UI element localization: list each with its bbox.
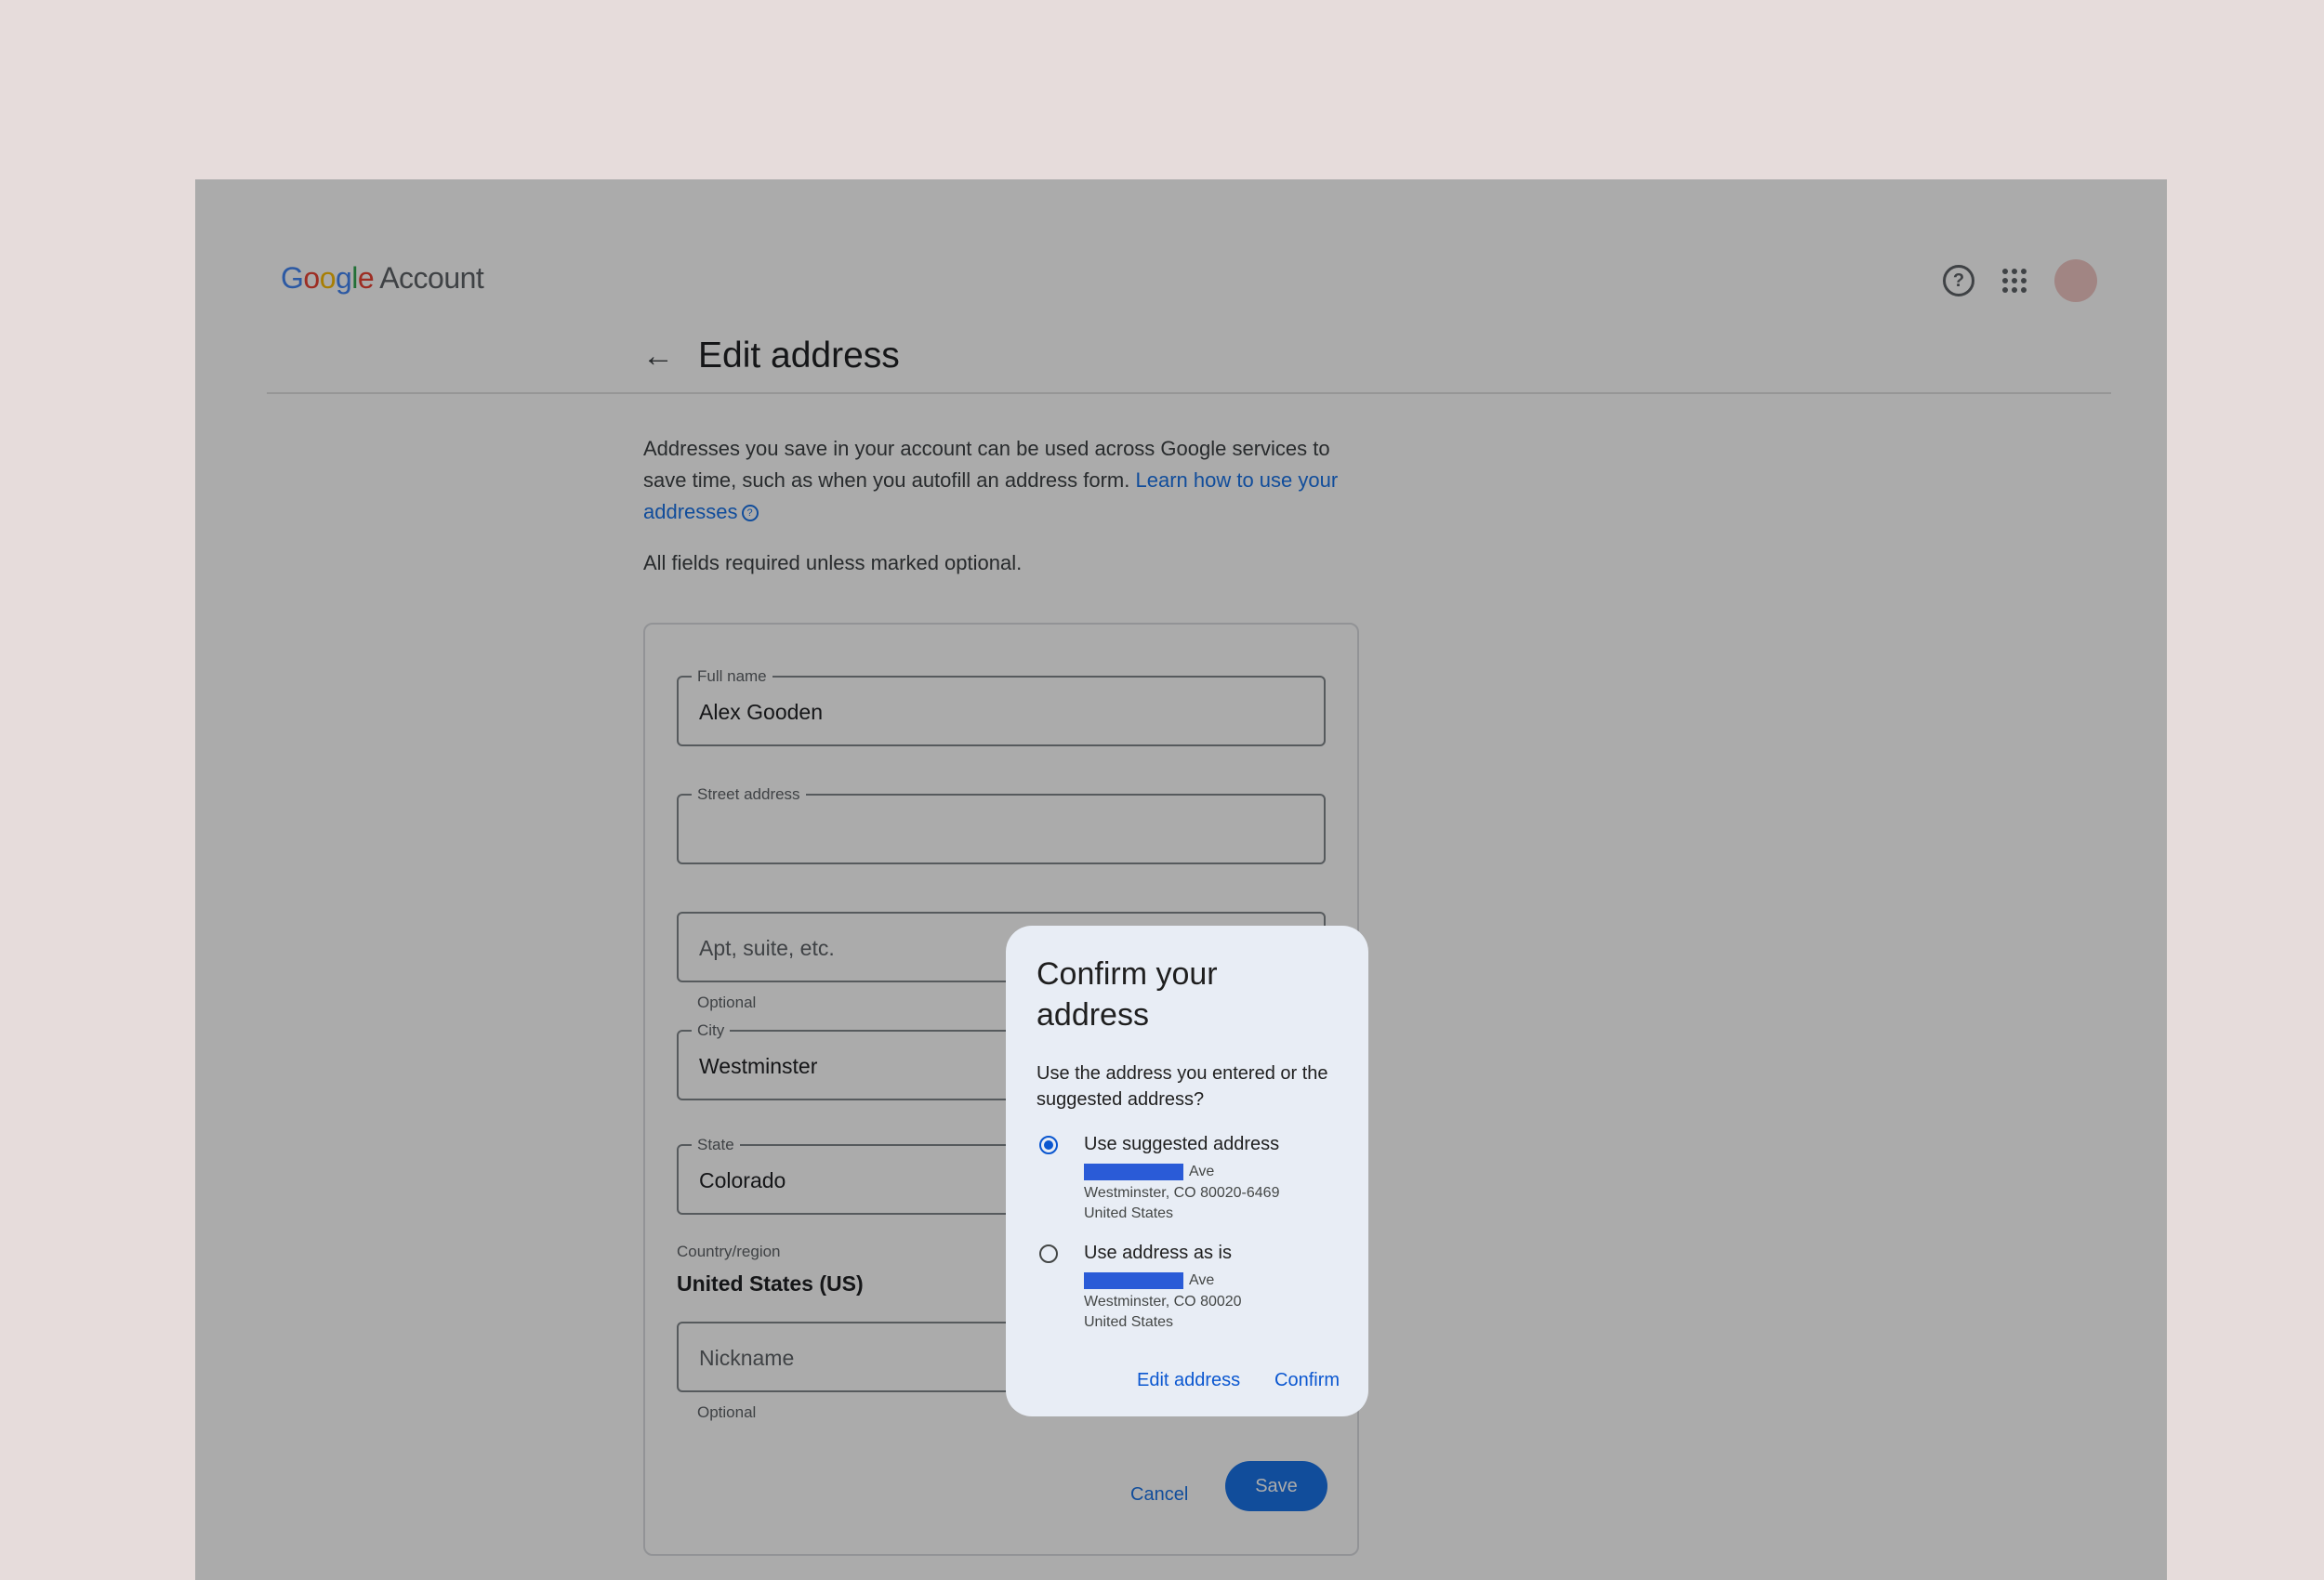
- street-line: Ave: [1084, 1164, 1214, 1180]
- redacted-street: [1084, 1272, 1183, 1289]
- confirm-address-dialog: Confirm your address Use the address you…: [1006, 926, 1368, 1416]
- option-label: Use suggested address: [1084, 1134, 1280, 1154]
- country-line: United States: [1084, 1205, 1174, 1221]
- confirm-button[interactable]: Confirm: [1274, 1370, 1340, 1391]
- dialog-description: Use the address you entered or the sugge…: [1037, 1063, 1328, 1110]
- edit-address-button[interactable]: Edit address: [1137, 1370, 1240, 1391]
- city-line: Westminster, CO 80020-6469: [1084, 1185, 1280, 1201]
- street-suffix: Ave: [1189, 1164, 1215, 1180]
- option-label: Use address as is: [1084, 1243, 1232, 1263]
- street-line: Ave: [1084, 1272, 1214, 1289]
- country-line: United States: [1084, 1314, 1174, 1330]
- radio-unselected-icon[interactable]: [1039, 1244, 1058, 1263]
- dialog-title: Confirm your address: [1037, 956, 1218, 1033]
- redacted-street: [1084, 1164, 1183, 1180]
- street-suffix: Ave: [1189, 1272, 1215, 1289]
- city-line: Westminster, CO 80020: [1084, 1294, 1242, 1310]
- radio-selected-icon[interactable]: [1039, 1136, 1058, 1154]
